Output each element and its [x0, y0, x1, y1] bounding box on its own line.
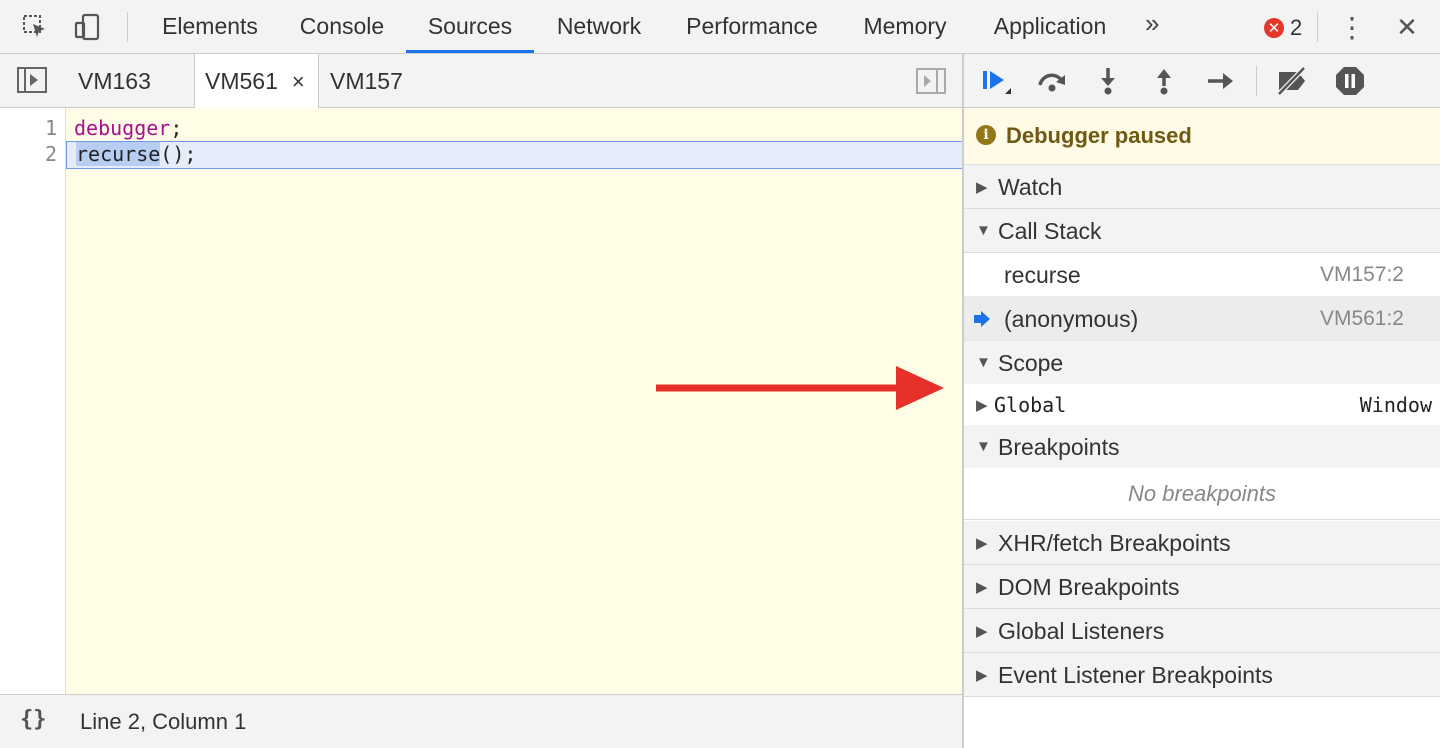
toolbar-divider	[1317, 12, 1318, 42]
file-tab-vm157[interactable]: VM157	[330, 54, 403, 108]
call-frame[interactable]: recurse VM157:2	[964, 253, 1440, 297]
close-devtools-icon[interactable]: ✕	[1390, 10, 1424, 44]
section-xhr-breakpoints[interactable]: ▶ XHR/fetch Breakpoints	[964, 521, 1440, 565]
pause-on-exceptions-icon[interactable]	[1332, 64, 1368, 98]
line-number[interactable]: 1	[45, 116, 57, 140]
execution-line-highlight	[66, 141, 963, 169]
tab-application[interactable]: Application	[989, 0, 1111, 54]
kebab-menu-icon[interactable]: ⋮	[1335, 10, 1369, 44]
section-watch[interactable]: ▶ Watch	[964, 165, 1440, 209]
tab-network[interactable]: Network	[553, 0, 645, 54]
line-number[interactable]: 2	[45, 142, 57, 166]
collapse-triangle-icon: ▼	[976, 438, 991, 455]
section-label: Scope	[998, 350, 1064, 376]
editor-status-bar: {} Line 2, Column 1	[0, 694, 963, 748]
close-tab-icon[interactable]: ×	[292, 69, 305, 94]
deactivate-breakpoints-icon[interactable]	[1274, 64, 1310, 98]
step-into-icon[interactable]	[1090, 64, 1126, 98]
cursor-position: Line 2, Column 1	[80, 709, 247, 734]
line-gutter[interactable]: 1 2	[0, 108, 66, 694]
call-frame[interactable]: (anonymous) VM561:2	[964, 297, 1440, 341]
code-selection: recurse	[76, 142, 161, 166]
toggle-navigator-icon[interactable]	[16, 66, 50, 96]
section-breakpoints[interactable]: ▼ Breakpoints	[964, 425, 1440, 469]
resume-icon[interactable]	[978, 64, 1014, 98]
code-line[interactable]: recurse();	[76, 142, 196, 166]
expand-triangle-icon: ▶	[976, 397, 988, 414]
file-tab-bar: VM163 VM561 × VM157	[0, 54, 963, 109]
paused-message: Debugger paused	[1006, 123, 1192, 148]
code-line[interactable]: debugger;	[74, 116, 182, 140]
active-tab-indicator	[406, 50, 534, 53]
collapse-triangle-icon: ▼	[976, 354, 991, 371]
error-count: 2	[1290, 15, 1303, 40]
section-dom-breakpoints[interactable]: ▶ DOM Breakpoints	[964, 565, 1440, 609]
file-tab-vm561[interactable]: VM561 ×	[194, 54, 319, 109]
error-icon: ✕	[1264, 18, 1284, 38]
file-tab-vm163[interactable]: VM163	[78, 54, 151, 108]
pretty-print-button[interactable]: {}	[20, 707, 47, 732]
tab-console[interactable]: Console	[297, 0, 387, 54]
section-label: DOM Breakpoints	[998, 574, 1180, 600]
error-counter[interactable]: ✕ 2	[1264, 15, 1302, 41]
expand-triangle-icon: ▶	[976, 667, 988, 684]
device-toolbar-icon[interactable]	[70, 10, 104, 44]
section-global-listeners[interactable]: ▶ Global Listeners	[964, 609, 1440, 653]
step-icon[interactable]	[1202, 64, 1238, 98]
info-icon: i	[976, 125, 996, 145]
expand-triangle-icon: ▶	[976, 179, 988, 196]
call-frame-name: (anonymous)	[1004, 306, 1139, 332]
file-tab-label: VM561	[205, 68, 278, 94]
section-label: XHR/fetch Breakpoints	[998, 530, 1231, 556]
collapse-triangle-icon: ▼	[976, 222, 991, 239]
inspect-element-icon[interactable]	[18, 10, 52, 44]
expand-triangle-icon: ▶	[976, 579, 988, 596]
call-frame-location[interactable]: VM561:2	[1320, 307, 1404, 331]
section-call-stack[interactable]: ▼ Call Stack	[964, 209, 1440, 253]
debugger-paused-banner: i Debugger paused	[964, 108, 1440, 165]
call-frame-location[interactable]: VM157:2	[1320, 263, 1404, 287]
section-label: Call Stack	[998, 218, 1102, 244]
tab-memory[interactable]: Memory	[861, 0, 949, 54]
toggle-debugger-icon[interactable]	[916, 68, 946, 99]
debugger-toolbar	[964, 54, 1440, 108]
scope-global[interactable]: ▶ Global Window	[964, 384, 1440, 426]
tab-performance[interactable]: Performance	[683, 0, 821, 54]
section-scope[interactable]: ▼ Scope	[964, 341, 1440, 385]
section-label: Watch	[998, 174, 1063, 200]
call-frame-name: recurse	[1004, 262, 1081, 288]
section-label: Event Listener Breakpoints	[998, 662, 1273, 688]
annotation-arrow-icon	[656, 365, 946, 418]
step-out-icon[interactable]	[1146, 64, 1182, 98]
section-label: Global Listeners	[998, 618, 1165, 644]
more-tabs-button[interactable]: »	[1145, 8, 1159, 39]
tab-elements[interactable]: Elements	[160, 0, 260, 54]
section-event-listener-breakpoints[interactable]: ▶ Event Listener Breakpoints	[964, 653, 1440, 697]
step-over-icon[interactable]	[1034, 64, 1070, 98]
scope-name: Global	[994, 393, 1067, 417]
no-breakpoints-message: No breakpoints	[964, 468, 1440, 520]
toolbar-divider	[127, 12, 128, 42]
tab-sources[interactable]: Sources	[406, 0, 534, 54]
code-keyword: debugger	[74, 116, 171, 140]
expand-triangle-icon: ▶	[976, 623, 988, 640]
section-label: Breakpoints	[998, 434, 1120, 460]
toolbar-divider	[1256, 66, 1257, 96]
expand-triangle-icon: ▶	[976, 535, 988, 552]
devtools-toolbar: Elements Console Sources Network Perform…	[0, 0, 1440, 54]
code-text: ();	[160, 142, 197, 166]
current-frame-arrow-icon	[974, 311, 992, 332]
scope-value: Window	[1359, 393, 1432, 417]
code-text: ;	[170, 116, 183, 140]
